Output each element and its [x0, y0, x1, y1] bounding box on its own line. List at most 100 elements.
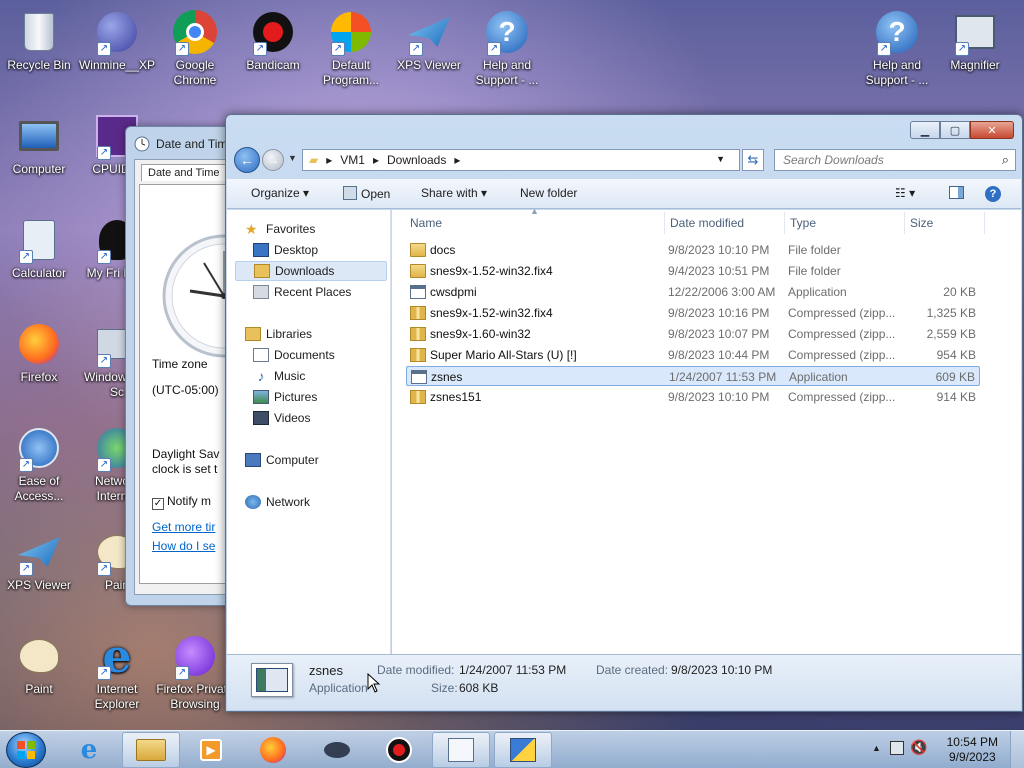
search-icon[interactable]: ⌕ [1002, 152, 1009, 168]
get-more-link[interactable]: Get more tir [152, 520, 215, 534]
nav-pictures[interactable]: Pictures [253, 387, 387, 407]
taskbar-explorer-button[interactable] [122, 732, 180, 768]
column-separator[interactable] [664, 212, 665, 234]
nav-computer[interactable]: Computer [245, 450, 397, 470]
file-row[interactable]: snes9x-1.52-win32.fix4 9/8/2023 10:16 PM C… [406, 303, 980, 323]
file-row[interactable]: snes9x-1.60-win32 9/8/2023 10:07 PM Compre… [406, 324, 980, 344]
start-button[interactable] [6, 732, 46, 768]
clock[interactable]: 10:54 PM 9/9/2023 [947, 735, 998, 765]
column-date-modified[interactable]: Date modified [670, 216, 744, 230]
desktop-icon-internet-explorer[interactable]: e ↗ Internet Explorer [78, 632, 156, 712]
taskbar-media-button[interactable]: ▶ [182, 732, 240, 768]
desktop-icon-computer[interactable]: Computer [0, 112, 78, 177]
desktop-icon-default-program[interactable]: ↗ Default Program... [312, 8, 390, 88]
taskbar-default-programs-button[interactable] [494, 732, 552, 768]
desktop-icon-help-and-support[interactable]: ? ↗ Help and Support - ... [858, 8, 936, 88]
desktop-icon-calculator[interactable]: ↗ Calculator [0, 216, 78, 281]
file-row[interactable]: zsnes 1/24/2007 11:53 PM Application 609 KB [406, 366, 980, 386]
nav-recent-places[interactable]: Recent Places [253, 282, 387, 302]
file-date: 1/24/2007 11:53 PM [669, 370, 777, 384]
column-size[interactable]: Size [910, 216, 933, 230]
taskbar-firefox-button[interactable] [244, 732, 302, 768]
column-name[interactable]: Name [410, 216, 442, 230]
volume-muted-icon[interactable]: 🔇 [910, 739, 927, 756]
nav-documents[interactable]: Documents [253, 345, 387, 365]
file-row[interactable]: zsnes151 9/8/2023 10:10 PM Compressed (zip… [406, 387, 980, 407]
file-name: docs [430, 243, 456, 257]
desktop-icon-firefox[interactable]: Firefox [0, 320, 78, 385]
details-created-value: 9/8/2023 10:10 PM [671, 663, 773, 677]
close-button[interactable]: ✕ [970, 121, 1014, 139]
column-separator[interactable] [984, 212, 985, 234]
desktop-icon-ease-of-access[interactable]: ↗ Ease of Access... [0, 424, 78, 504]
desktop-icon-winmine-xp[interactable]: ↗ Winmine__XP [78, 8, 156, 73]
sort-arrow-icon: ▲ [530, 206, 539, 216]
breadcrumb-vm1[interactable]: VM1 [340, 153, 365, 167]
desktop-icon-paint[interactable]: Paint [0, 632, 78, 697]
time-zone-value: (UTC-05:00) [152, 383, 219, 397]
tab-date-and-time[interactable]: Date and Time [141, 164, 227, 181]
file-row[interactable]: snes9x-1.52-win32.fix4 9/4/2023 10:51 PM F… [406, 261, 980, 281]
file-date: 12/22/2006 3:00 AM [668, 285, 776, 299]
network-tray-icon[interactable] [890, 741, 904, 755]
taskbar-datetime-button[interactable] [432, 732, 490, 768]
nav-music[interactable]: ♪ Music [253, 366, 387, 386]
taskbar-bandicam-button[interactable] [370, 732, 428, 768]
desktop-icon-help-and-support[interactable]: ? ↗ Help and Support - ... [468, 8, 546, 88]
nav-favorites[interactable]: ★ Favorites [245, 219, 397, 239]
share-with-button[interactable]: Share with ▾ [421, 186, 487, 200]
date-time-dialog[interactable]: Date and Tim Date and Time Time zone (UT… [125, 126, 236, 606]
search-input[interactable]: Search Downloads ⌕ [774, 149, 1016, 171]
nav-libraries[interactable]: Libraries [245, 324, 397, 344]
nav-videos[interactable]: Videos [253, 408, 387, 428]
recent-pages-dropdown[interactable]: ▼ [288, 153, 297, 163]
help-button[interactable]: ? [985, 186, 1001, 202]
notify-checkbox-row[interactable]: ✓ Notify m [152, 494, 211, 510]
app-thumbnail-icon [251, 663, 293, 697]
desktop-icon-magnifier[interactable]: ↗ Magnifier [936, 8, 1014, 73]
desktop-icon-google-chrome[interactable]: ↗ Google Chrome [156, 8, 234, 88]
column-separator[interactable] [784, 212, 785, 234]
desktop-icon-firefox-private-browsing[interactable]: ↗ Firefox Private Browsing [156, 632, 234, 712]
minimize-button[interactable]: ▁ [910, 121, 940, 139]
forward-button[interactable]: → [262, 149, 284, 171]
notify-checkbox[interactable]: ✓ [152, 498, 164, 510]
address-dropdown-icon[interactable]: ▼ [716, 154, 725, 164]
desktop-icon-recycle-bin[interactable]: Recycle Bin [0, 8, 78, 73]
refresh-button[interactable]: ⇆ [742, 149, 764, 171]
preview-pane-button[interactable] [949, 186, 964, 202]
taskbar-ie-button[interactable]: e [60, 732, 118, 768]
address-bar[interactable]: ▰ ▸ VM1 ▸ Downloads ▸ ▼ [302, 149, 740, 171]
maximize-button[interactable]: ▢ [940, 121, 970, 139]
new-folder-button[interactable]: New folder [520, 186, 577, 200]
desktop-icon-label: Computer [12, 162, 66, 176]
explorer-window[interactable]: ▁ ▢ ✕ ← → ▼ ▰ ▸ VM1 ▸ Downloads ▸ ▼ ⇆ Se… [225, 114, 1023, 712]
chrome-icon: ↗ [171, 8, 219, 56]
show-desktop-button[interactable] [1010, 731, 1024, 768]
nav-network[interactable]: Network [245, 492, 397, 512]
file-row[interactable]: Super Mario All-Stars (U) [!] 9/8/2023 10… [406, 345, 980, 365]
desktop-icon-xps-viewer[interactable]: ↗ XPS Viewer [0, 528, 78, 593]
how-do-i-link[interactable]: How do I se [152, 539, 215, 553]
file-type: Application [789, 370, 848, 384]
zip-folder-icon [410, 327, 426, 341]
details-size-value: 608 KB [459, 681, 499, 695]
file-size: 1,325 KB [926, 306, 976, 320]
taskbar-game-button[interactable] [308, 732, 366, 768]
column-separator[interactable] [904, 212, 905, 234]
view-options-button[interactable]: ☷ ▾ [895, 186, 915, 200]
desktop-icon-bandicam[interactable]: ↗ Bandicam [234, 8, 312, 73]
nav-desktop[interactable]: Desktop [253, 240, 377, 260]
file-row[interactable]: cwsdpmi 12/22/2006 3:00 AM Application 20 K… [406, 282, 980, 302]
column-type[interactable]: Type [790, 216, 816, 230]
file-name: zsnes [431, 370, 463, 384]
videos-icon [253, 411, 269, 425]
file-row[interactable]: docs 9/8/2023 10:10 PM File folder [406, 240, 980, 260]
back-button[interactable]: ← [234, 147, 260, 173]
open-button[interactable]: Open [343, 186, 390, 201]
desktop-icon-xps-viewer[interactable]: ↗ XPS Viewer [390, 8, 468, 73]
nav-downloads[interactable]: Downloads [235, 261, 387, 281]
organize-button[interactable]: Organize ▾ [251, 186, 309, 200]
breadcrumb-downloads[interactable]: Downloads [387, 153, 446, 167]
show-hidden-icons[interactable]: ▲ [872, 743, 881, 753]
